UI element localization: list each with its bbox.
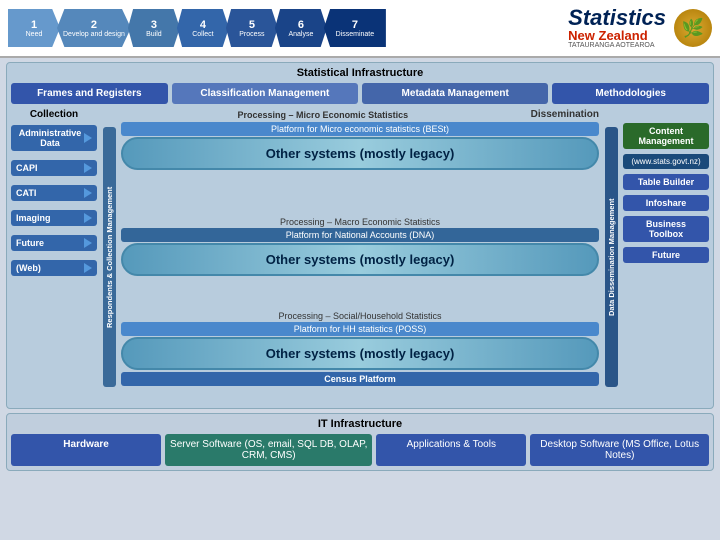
logo-text-block: Statistics New Zealand TATAURANGA AOTEAR… [568,7,666,49]
step-num: 5 [232,19,272,31]
item-cati[interactable]: CATI [11,185,97,201]
step-label: Develop and design [63,31,125,38]
step-num: 2 [63,19,125,31]
right-items-list: Content Management (www.stats.govt.nz) T… [623,123,709,263]
btn-frames[interactable]: Frames and Registers [11,83,168,104]
btn-server-software[interactable]: Server Software (OS, email, SQL DB, OLAP… [165,434,372,466]
btn-metadata[interactable]: Metadata Management [362,83,548,104]
body: Statistical Infrastructure Frames and Re… [0,58,720,475]
left-items-list: Administrative Data CAPI CATI Imagi [11,125,97,276]
step-6[interactable]: 6 Analyse [275,9,327,47]
proc-label-micro: Processing – Micro Economic Statistics [121,110,525,120]
platform-micro: Platform for Micro economic statistics (… [121,122,599,136]
btn-hardware[interactable]: Hardware [11,434,161,466]
it-infrastructure: IT Infrastructure Hardware Server Softwa… [6,413,714,471]
step-3[interactable]: 3 Build [128,9,180,47]
item-content-mgmt[interactable]: Content Management [623,123,709,149]
center-top-labels: Processing – Micro Economic Statistics D… [121,109,599,120]
it-buttons-row: Hardware Server Software (OS, email, SQL… [11,434,709,466]
item-future-right[interactable]: Future [623,247,709,263]
item-table-builder[interactable]: Table Builder [623,174,709,190]
step-num: 3 [134,19,174,31]
middle-area: Collection Administrative Data CAPI CATI [11,109,709,404]
legacy3: Other systems (mostly legacy) [121,337,599,370]
header: 1 Need 2 Develop and design 3 Build 4 Co… [0,0,720,58]
it-infra-title: IT Infrastructure [11,418,709,430]
proc-label-social: Processing – Social/Household Statistics [121,311,599,321]
step-num: 6 [281,19,321,31]
step-2[interactable]: 2 Develop and design [57,9,131,47]
btn-methodologies[interactable]: Methodologies [552,83,709,104]
proc-label-macro: Processing – Macro Economic Statistics [121,217,599,227]
item-web[interactable]: (Web) [11,260,97,276]
stat-infra-title: Statistical Infrastructure [11,67,709,79]
stat-infrastructure: Statistical Infrastructure Frames and Re… [6,62,714,409]
step-label: Analyse [281,31,321,38]
logo-main: Statistics [568,7,666,29]
step-label: Disseminate [330,31,380,38]
step-4[interactable]: 4 Collect [177,9,229,47]
process-steps: 1 Need 2 Develop and design 3 Build 4 Co… [8,9,386,47]
left-column: Collection Administrative Data CAPI CATI [11,109,97,404]
step-7[interactable]: 7 Disseminate [324,9,386,47]
step-5[interactable]: 5 Process [226,9,278,47]
step-num: 1 [14,19,54,31]
app-container: 1 Need 2 Develop and design 3 Build 4 Co… [0,0,720,540]
btn-applications[interactable]: Applications & Tools [376,434,526,466]
center-column: Processing – Micro Economic Statistics D… [121,109,599,404]
logo: Statistics New Zealand TATAURANGA AOTEAR… [568,7,712,49]
item-future[interactable]: Future [11,235,97,251]
step-label: Build [134,31,174,38]
item-capi[interactable]: CAPI [11,160,97,176]
section-micro: Platform for Micro economic statistics (… [121,122,599,215]
vert-respondents: Respondents & Collection Management [103,127,116,387]
step-label: Collect [183,31,223,38]
vert-dissemination: Data Dissemination Management [605,127,618,387]
right-column: Content Management (www.stats.govt.nz) T… [623,109,709,404]
btn-classification[interactable]: Classification Management [172,83,358,104]
section-macro: Processing – Macro Economic Statistics P… [121,217,599,310]
census-platform: Census Platform [121,372,599,386]
item-business-toolbox[interactable]: Business Toolbox [623,216,709,242]
legacy2: Other systems (mostly legacy) [121,243,599,276]
step-1[interactable]: 1 Need [8,9,60,47]
legacy1: Other systems (mostly legacy) [121,137,599,170]
platform-macro: Platform for National Accounts (DNA) [121,228,599,242]
vert-right-label: Data Dissemination Management [601,109,621,404]
item-imaging[interactable]: Imaging [11,210,97,226]
item-url[interactable]: (www.stats.govt.nz) [623,154,709,169]
platform-social: Platform for HH statistics (POSS) [121,322,599,336]
vert-left-label: Respondents & Collection Management [99,109,119,404]
step-label: Process [232,31,272,38]
step-label: Need [14,31,54,38]
item-infoshare[interactable]: Infoshare [623,195,709,211]
logo-tagline: TATAURANGA AOTEAROA [568,42,666,49]
dissemination-label: Dissemination [531,109,599,120]
logo-emblem: 🌿 [674,9,712,47]
btn-desktop-software[interactable]: Desktop Software (MS Office, Lotus Notes… [530,434,709,466]
collection-label: Collection [11,109,97,120]
top-buttons-row: Frames and Registers Classification Mana… [11,83,709,104]
section-social: Processing – Social/Household Statistics… [121,311,599,404]
step-num: 7 [330,19,380,31]
item-admin[interactable]: Administrative Data [11,125,97,151]
logo-country: New Zealand [568,29,666,42]
step-num: 4 [183,19,223,31]
